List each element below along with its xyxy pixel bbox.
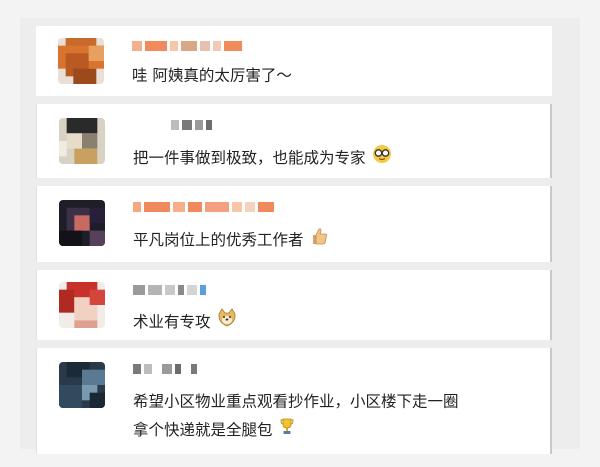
- username-blurred[interactable]: [132, 39, 242, 53]
- comment-item[interactable]: 哇 阿姨真的太厉害了～: [36, 26, 552, 96]
- comment-item[interactable]: 术业有专攻: [36, 270, 552, 340]
- username-blurred[interactable]: [133, 200, 274, 214]
- comment-item[interactable]: 平凡岗位上的优秀工作者: [36, 186, 552, 262]
- comment-text: 哇 阿姨真的太厉害了～: [132, 66, 292, 85]
- trophy-icon: [279, 416, 295, 444]
- comment-text: 希望小区物业重点观看抄作业，小区楼下走一圈: [133, 392, 459, 411]
- avatar[interactable]: [59, 362, 105, 408]
- thumbs-up-icon: [310, 226, 328, 254]
- username-blurred[interactable]: [133, 362, 197, 376]
- avatar[interactable]: [59, 282, 105, 328]
- comment-item[interactable]: 希望小区物业重点观看抄作业，小区楼下走一圈 拿个快递就是全腿包: [36, 348, 552, 454]
- comment-text-line-2: 拿个快递就是全腿包: [133, 416, 536, 444]
- avatar[interactable]: [59, 118, 105, 164]
- comment-text: 平凡岗位上的优秀工作者: [133, 226, 536, 254]
- doge-icon: [217, 308, 237, 336]
- comment-text: 把一件事做到极致，也能成为专家: [133, 144, 536, 172]
- avatar[interactable]: [59, 200, 105, 246]
- comment-item[interactable]: 把一件事做到极致，也能成为专家: [36, 104, 552, 178]
- username-blurred[interactable]: [133, 283, 206, 297]
- username-blurred[interactable]: [171, 118, 212, 132]
- nerd-glasses-icon: [372, 144, 392, 172]
- avatar[interactable]: [58, 38, 104, 84]
- comment-text: 术业有专攻: [133, 308, 536, 336]
